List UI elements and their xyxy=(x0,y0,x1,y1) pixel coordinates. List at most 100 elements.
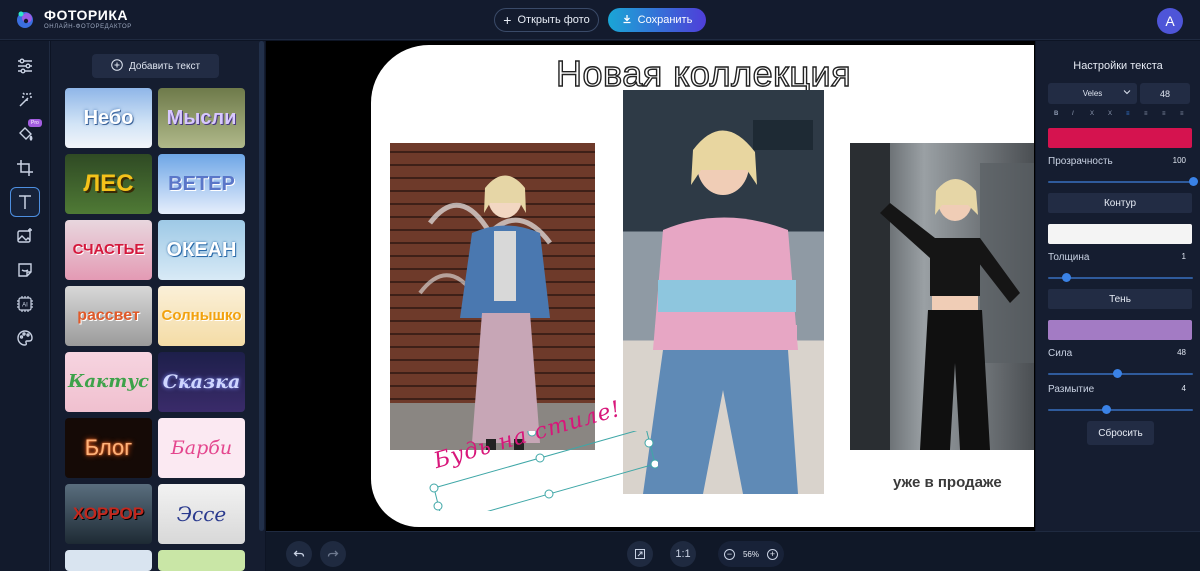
save-button[interactable]: Сохранить xyxy=(608,8,706,32)
actual-size-button[interactable]: 1:1 xyxy=(670,541,696,567)
photo-black-outfit[interactable] xyxy=(850,143,1034,450)
template-tile-ocean[interactable]: ОКЕАН xyxy=(158,220,245,280)
template-tile-happiness[interactable]: СЧАСТЬЕ xyxy=(65,220,152,280)
photo-brick-wall-figure xyxy=(390,175,595,450)
templates-scrollbar[interactable] xyxy=(259,41,264,531)
download-icon xyxy=(622,14,632,27)
sticker-icon xyxy=(18,263,32,277)
template-label: Эссе xyxy=(176,502,227,526)
logo[interactable]: ФОТОРИКА ОНЛАЙН-ФОТОРЕДАКТОР xyxy=(14,8,132,30)
bold-button[interactable]: B xyxy=(1054,111,1058,117)
template-label: ЛЕС xyxy=(83,170,134,197)
fit-screen-icon xyxy=(635,549,645,559)
pro-badge: Pro xyxy=(28,119,42,127)
chevron-down-icon xyxy=(1123,88,1131,98)
blur-slider-knob[interactable] xyxy=(1101,405,1111,414)
template-label: Мысли xyxy=(166,107,237,129)
thickness-label: Толщина xyxy=(1048,252,1090,263)
template-label: рассвет xyxy=(77,307,140,324)
reset-button[interactable]: Сбросить xyxy=(1087,421,1154,445)
photo-brick-wall[interactable] xyxy=(390,143,595,450)
align-right-button[interactable]: ≡ xyxy=(1162,111,1166,117)
fit-screen-button[interactable] xyxy=(627,541,653,567)
magic-tool-button[interactable] xyxy=(10,85,40,115)
panel-title: Настройки текста xyxy=(1073,60,1163,72)
caption-text[interactable]: уже в продаже xyxy=(893,474,1002,491)
artboard[interactable]: Новая коллекция уже в продаже Будь на ст… xyxy=(371,45,1034,527)
open-photo-button[interactable]: + Открыть фото xyxy=(494,8,599,32)
canvas-stage: Новая коллекция уже в продаже Будь на ст… xyxy=(266,41,1035,531)
align-justify-button[interactable]: ≡ xyxy=(1180,111,1184,117)
sliders-icon xyxy=(18,58,32,74)
opacity-slider-knob[interactable] xyxy=(1188,177,1198,186)
fill-tool-button[interactable]: Pro xyxy=(10,119,42,149)
blur-value: 4 xyxy=(1181,384,1186,393)
template-tile-barbie[interactable]: Барби xyxy=(158,418,245,478)
adjust-tool-button[interactable] xyxy=(10,51,40,81)
template-label: ОКЕАН xyxy=(166,239,237,261)
template-label: Блог xyxy=(84,435,133,460)
template-label: Кактус xyxy=(68,371,149,392)
photo-black-outfit-figure xyxy=(850,143,1034,450)
subscript-button[interactable]: X xyxy=(1108,111,1112,117)
redo-icon xyxy=(327,550,339,557)
text-tool-button[interactable] xyxy=(10,187,40,217)
template-tile-partial[interactable] xyxy=(158,550,245,571)
outline-color-swatch[interactable] xyxy=(1048,224,1192,244)
template-label: Небо xyxy=(83,107,134,129)
strength-slider[interactable] xyxy=(1048,369,1193,378)
template-label: СЧАСТЬЕ xyxy=(72,241,145,258)
user-avatar[interactable]: A xyxy=(1157,8,1183,34)
template-tile-horror[interactable]: ХОРРОР xyxy=(65,484,152,544)
thickness-slider[interactable] xyxy=(1048,273,1193,282)
zoom-in-button[interactable]: + xyxy=(766,548,778,560)
thickness-slider-knob[interactable] xyxy=(1062,273,1072,282)
font-size-input[interactable]: 48 xyxy=(1140,83,1190,104)
template-tile-blog[interactable]: Блог xyxy=(65,418,152,478)
add-text-button[interactable]: Добавить текст xyxy=(92,54,219,78)
italic-button[interactable]: I xyxy=(1072,111,1074,117)
bottom-toolbar: 1:1 − 56% + xyxy=(266,531,1200,571)
ai-tool-button[interactable]: AI xyxy=(10,289,40,319)
shadow-color-swatch[interactable] xyxy=(1048,320,1192,340)
template-tile-partial[interactable] xyxy=(65,550,152,571)
align-center-button[interactable]: ≡ xyxy=(1144,111,1148,117)
template-tile-wind[interactable]: ВЕТЕР xyxy=(158,154,245,214)
add-text-label: Добавить текст xyxy=(128,60,201,72)
logo-icon xyxy=(14,8,36,30)
blur-label: Размытие xyxy=(1048,384,1095,395)
strength-slider-knob[interactable] xyxy=(1113,369,1123,378)
superscript-button[interactable]: X xyxy=(1090,111,1094,117)
crop-tool-button[interactable] xyxy=(10,153,40,183)
save-label: Сохранить xyxy=(637,14,693,26)
add-image-icon xyxy=(17,228,32,243)
template-tile-cactus[interactable]: Кактус xyxy=(65,352,152,412)
font-select[interactable]: Veles xyxy=(1048,83,1137,104)
template-tile-essay[interactable]: Эссе xyxy=(158,484,245,544)
align-left-button[interactable]: ≡ xyxy=(1126,111,1130,117)
zoom-out-button[interactable]: − xyxy=(724,548,735,560)
template-tile-fairytale[interactable]: Сказка xyxy=(158,352,245,412)
sticker-tool-button[interactable] xyxy=(10,255,40,285)
image-tool-button[interactable] xyxy=(10,221,40,251)
template-label: Барби xyxy=(170,437,233,459)
palette-tool-button[interactable] xyxy=(10,323,40,353)
template-tile-sunrise[interactable]: рассвет xyxy=(65,286,152,346)
text-icon xyxy=(19,195,31,209)
template-tile-sky[interactable]: Небо xyxy=(65,88,152,148)
template-tile-forest[interactable]: ЛЕС xyxy=(65,154,152,214)
shadow-section-title: Тень xyxy=(1048,289,1192,309)
app-root: ФОТОРИКА ОНЛАЙН-ФОТОРЕДАКТОР + Открыть ф… xyxy=(0,0,1200,571)
headline-text[interactable]: Новая коллекция xyxy=(555,52,851,95)
logo-title: ФОТОРИКА xyxy=(44,7,128,23)
crop-icon xyxy=(17,160,33,176)
undo-button[interactable] xyxy=(286,541,312,567)
opacity-slider[interactable] xyxy=(1048,177,1198,186)
text-color-swatch[interactable] xyxy=(1048,128,1192,148)
template-tile-thoughts[interactable]: Мысли xyxy=(158,88,245,148)
palette-icon xyxy=(17,330,33,346)
redo-button[interactable] xyxy=(320,541,346,567)
blur-slider[interactable] xyxy=(1048,405,1193,414)
template-tile-sun[interactable]: Солнышко xyxy=(158,286,245,346)
template-label: ВЕТЕР xyxy=(168,173,235,195)
